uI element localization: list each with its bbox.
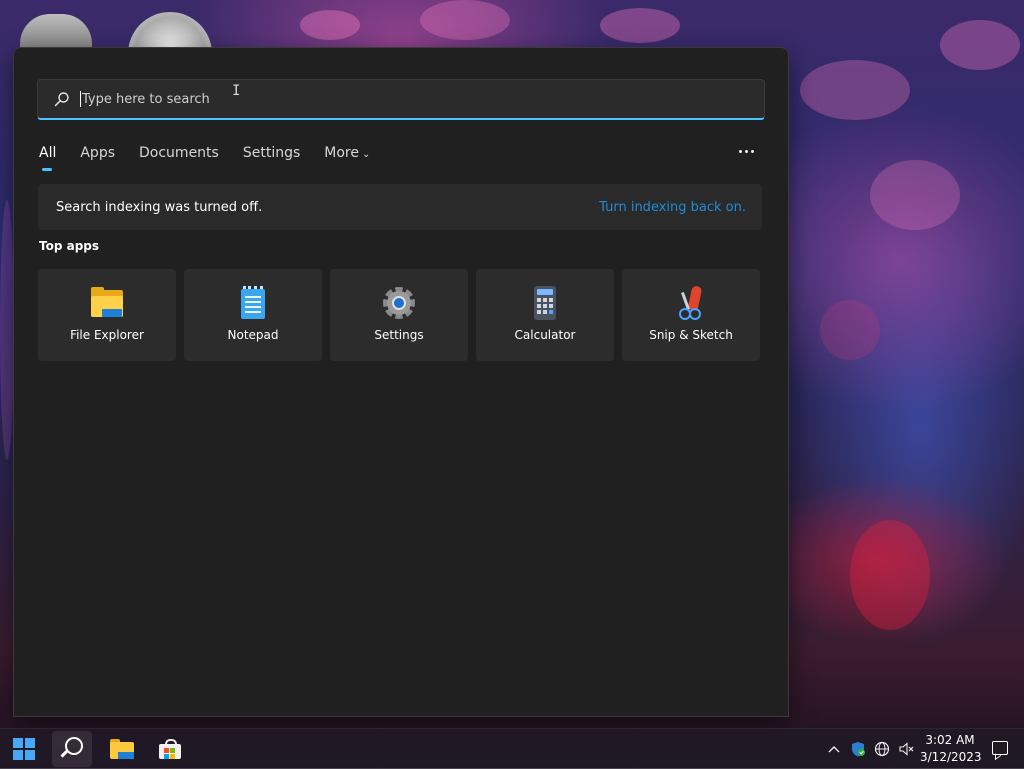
system-tray: [826, 729, 914, 769]
search-box[interactable]: [37, 79, 765, 120]
app-label: Notepad: [227, 328, 279, 342]
tab-more-label: More: [324, 145, 359, 161]
app-label: Calculator: [514, 328, 576, 342]
chevron-up-icon[interactable]: [826, 741, 842, 757]
ibeam-cursor-icon: I: [232, 83, 241, 99]
snip-sketch-icon: [674, 285, 708, 320]
app-tile-calculator[interactable]: Calculator: [476, 269, 614, 361]
app-tile-snip-sketch[interactable]: Snip & Sketch: [622, 269, 760, 361]
app-label: File Explorer: [70, 328, 144, 342]
taskbar-clock[interactable]: 3:02 AM 3/12/2023: [920, 732, 982, 766]
clock-time: 3:02 AM: [925, 733, 975, 747]
indexing-notice: Search indexing was turned off. Turn ind…: [38, 184, 762, 230]
file-explorer-icon: [110, 739, 134, 759]
text-caret: [80, 91, 81, 107]
search-icon: [65, 737, 83, 755]
settings-gear-icon: [382, 286, 416, 320]
microsoft-store-icon: [159, 739, 181, 759]
tab-all[interactable]: All: [39, 144, 56, 171]
tab-settings[interactable]: Settings: [243, 144, 300, 170]
app-tile-file-explorer[interactable]: File Explorer: [38, 269, 176, 361]
file-explorer-icon: [90, 286, 124, 320]
taskbar-search-button[interactable]: [52, 731, 92, 767]
search-flyout: I All Apps Documents Settings More⌄ Sear…: [13, 47, 789, 717]
network-globe-icon[interactable]: [874, 741, 890, 757]
search-input[interactable]: [82, 91, 722, 107]
app-label: Snip & Sketch: [649, 328, 733, 342]
app-tile-settings[interactable]: Settings: [330, 269, 468, 361]
tab-apps[interactable]: Apps: [80, 144, 115, 170]
notification-center-icon[interactable]: [992, 741, 1008, 755]
search-filter-tabs: All Apps Documents Settings More ⌄: [39, 144, 394, 174]
turn-indexing-on-link[interactable]: Turn indexing back on.: [599, 200, 746, 215]
start-windows-icon: [13, 738, 35, 760]
app-tile-notepad[interactable]: Notepad: [184, 269, 322, 361]
more-options-icon[interactable]: [736, 141, 756, 161]
volume-muted-icon[interactable]: [898, 741, 914, 757]
calculator-icon: [528, 286, 562, 320]
top-apps-list: File Explorer Notepad Settings Calculato…: [38, 269, 760, 361]
app-label: Settings: [374, 328, 424, 342]
taskbar-store-button[interactable]: [150, 731, 190, 767]
clock-date: 3/12/2023: [920, 750, 982, 764]
notepad-icon: [236, 286, 270, 320]
search-icon: [54, 91, 70, 107]
chevron-down-icon: ⌄: [361, 149, 371, 160]
top-apps-heading: Top apps: [39, 239, 100, 253]
indexing-notice-message: Search indexing was turned off.: [56, 199, 263, 215]
taskbar: 3:02 AM 3/12/2023: [0, 728, 1024, 769]
tab-documents[interactable]: Documents: [139, 144, 219, 170]
windows-security-icon[interactable]: [850, 741, 866, 757]
start-button[interactable]: [4, 731, 44, 767]
taskbar-file-explorer-button[interactable]: [102, 731, 142, 767]
tab-more[interactable]: More ⌄: [324, 144, 370, 170]
